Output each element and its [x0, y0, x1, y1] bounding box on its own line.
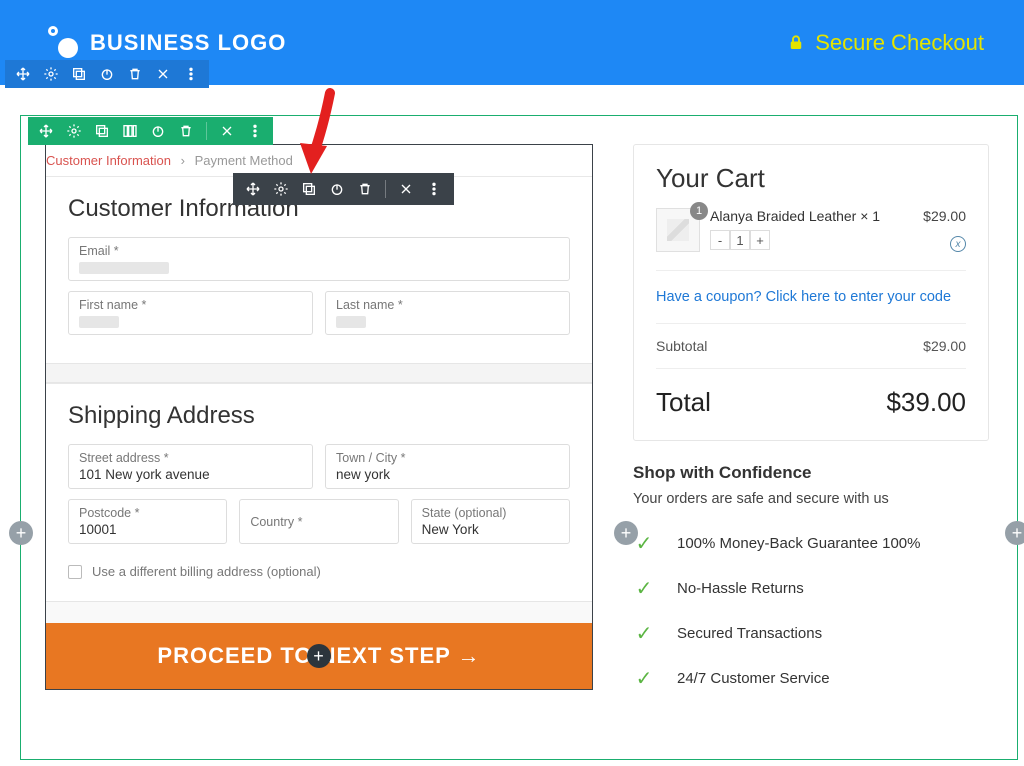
duplicate-icon[interactable]: [301, 181, 317, 197]
shipping-panel: Shipping Address Street address * 101 Ne…: [46, 383, 592, 601]
checkbox-icon[interactable]: [68, 565, 82, 579]
gear-icon[interactable]: [66, 123, 82, 139]
qty-value[interactable]: 1: [730, 230, 750, 250]
qty-badge: 1: [690, 202, 708, 220]
editor-canvas-section[interactable]: + + + Customer Information › Payment Met…: [20, 115, 1018, 760]
check-icon: ✓: [633, 576, 655, 601]
logo-icon: [40, 28, 80, 58]
add-element-inline-button[interactable]: +: [307, 644, 331, 668]
move-icon[interactable]: [245, 181, 261, 197]
add-column-left-button[interactable]: +: [9, 521, 33, 545]
different-billing-checkbox[interactable]: Use a different billing address (optiona…: [68, 554, 570, 583]
confidence-sub: Your orders are safe and secure with us: [633, 491, 989, 507]
logo-text: BUSINESS LOGO: [90, 30, 286, 56]
checkout-column[interactable]: Customer Information › Payment Method Cu…: [45, 144, 593, 690]
breadcrumb-step1[interactable]: Customer Information: [46, 153, 171, 168]
country-field[interactable]: Country *: [239, 499, 398, 544]
lastname-field[interactable]: Last name *: [325, 291, 570, 335]
more-icon[interactable]: [247, 123, 263, 139]
trash-icon[interactable]: [178, 123, 194, 139]
confidence-heading: Shop with Confidence: [633, 463, 989, 483]
editor-toolbar-section[interactable]: [28, 117, 273, 145]
quantity-stepper[interactable]: - 1 +: [710, 230, 880, 250]
power-icon[interactable]: [99, 66, 115, 82]
breadcrumb-step2[interactable]: Payment Method: [195, 153, 293, 168]
more-icon[interactable]: [183, 66, 199, 82]
gear-icon[interactable]: [273, 181, 289, 197]
total-row: Total $39.00: [656, 369, 966, 422]
close-icon[interactable]: [398, 181, 414, 197]
close-icon[interactable]: [155, 66, 171, 82]
more-icon[interactable]: [426, 181, 442, 197]
trash-icon[interactable]: [357, 181, 373, 197]
close-icon[interactable]: [219, 123, 235, 139]
cart-heading: Your Cart: [656, 163, 966, 194]
benefit-item: ✓No-Hassle Returns: [633, 566, 989, 611]
proceed-button[interactable]: PROCEED TO NEXT STEP → +: [46, 623, 592, 689]
town-field[interactable]: Town / City * new york: [325, 444, 570, 489]
gear-icon[interactable]: [43, 66, 59, 82]
lock-icon: [787, 34, 805, 52]
chevron-right-icon: ›: [181, 153, 185, 168]
state-field[interactable]: State (optional) New York: [411, 499, 570, 544]
benefit-item: ✓24/7 Customer Service: [633, 656, 989, 701]
subtotal-row: Subtotal $29.00: [656, 324, 966, 369]
columns-icon[interactable]: [122, 123, 138, 139]
check-icon: ✓: [633, 531, 655, 556]
shipping-heading: Shipping Address: [68, 402, 570, 430]
editor-toolbar-page[interactable]: [5, 60, 209, 88]
secure-checkout-badge: Secure Checkout: [787, 30, 984, 56]
confidence-block: Shop with Confidence Your orders are saf…: [633, 463, 989, 701]
firstname-field[interactable]: First name *: [68, 291, 313, 335]
check-icon: ✓: [633, 621, 655, 646]
trash-icon[interactable]: [127, 66, 143, 82]
move-icon[interactable]: [38, 123, 54, 139]
brand-logo: BUSINESS LOGO: [40, 28, 286, 58]
duplicate-icon[interactable]: [71, 66, 87, 82]
cart-item: 1 Alanya Braided Leather × 1 - 1 + $29.0…: [656, 208, 966, 271]
move-icon[interactable]: [15, 66, 31, 82]
email-field[interactable]: Email *: [68, 237, 570, 281]
check-icon: ✓: [633, 666, 655, 691]
postcode-field[interactable]: Postcode * 10001: [68, 499, 227, 544]
qty-minus-button[interactable]: -: [710, 230, 730, 250]
benefit-item: ✓Secured Transactions: [633, 611, 989, 656]
add-column-right-button[interactable]: +: [1005, 521, 1024, 545]
cart-column: Your Cart 1 Alanya Braided Leather × 1 -…: [633, 144, 989, 701]
product-name: Alanya Braided Leather × 1: [710, 208, 880, 224]
qty-plus-button[interactable]: +: [750, 230, 770, 250]
street-field[interactable]: Street address * 101 New york avenue: [68, 444, 313, 489]
benefit-item: ✓100% Money-Back Guarantee 100%: [633, 521, 989, 566]
duplicate-icon[interactable]: [94, 123, 110, 139]
coupon-link[interactable]: Have a coupon? Click here to enter your …: [656, 271, 966, 324]
cart-box: Your Cart 1 Alanya Braided Leather × 1 -…: [633, 144, 989, 441]
power-icon[interactable]: [150, 123, 166, 139]
annotation-arrow-icon: [295, 88, 345, 178]
power-icon[interactable]: [329, 181, 345, 197]
remove-item-button[interactable]: x: [950, 236, 966, 252]
